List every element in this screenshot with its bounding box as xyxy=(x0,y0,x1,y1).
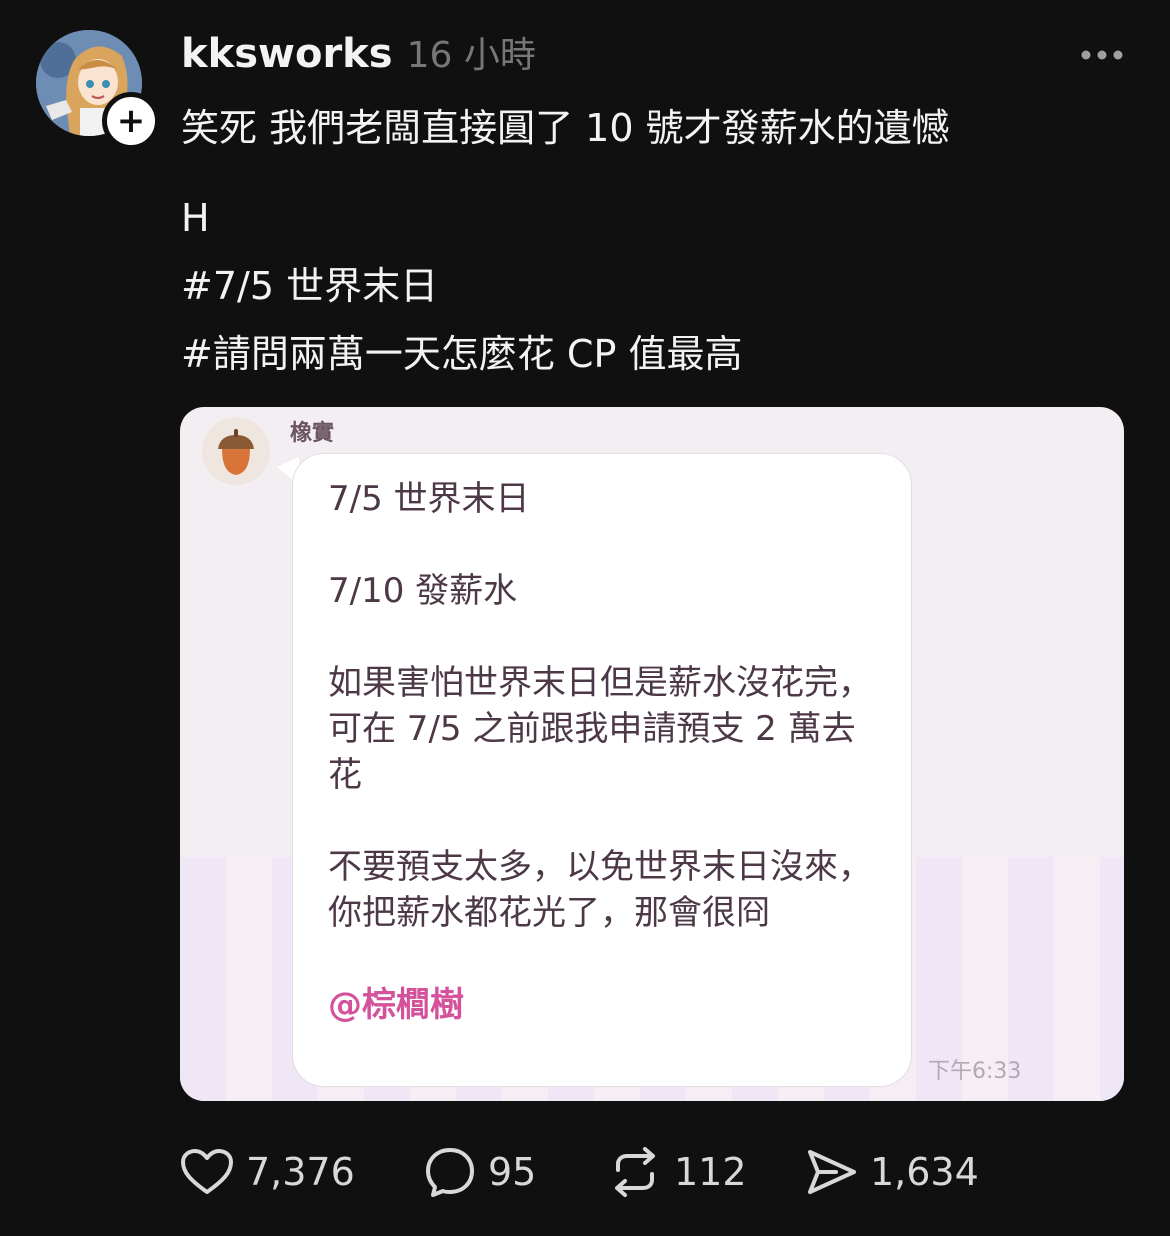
plus-icon: + xyxy=(116,101,146,141)
hashtag-link[interactable]: #7/5 世界末日 xyxy=(181,252,1121,320)
like-count: 7,376 xyxy=(246,1150,355,1194)
acorn-icon xyxy=(218,429,254,475)
repost-button[interactable]: 112 xyxy=(608,1146,747,1198)
hashtag-link[interactable]: #請問兩萬一天怎麼花 CP 值最高 xyxy=(181,320,1121,388)
comment-count: 95 xyxy=(488,1150,537,1194)
chat-message-paragraph: 7/10 發薪水 xyxy=(328,571,518,611)
user-avatar-container[interactable]: + xyxy=(36,30,160,150)
post-text-line: 笑死 我們老闆直接圓了 10 號才發薪水的遺憾 xyxy=(181,106,950,150)
post-timestamp: 16 小時 xyxy=(406,35,536,76)
acorn-avatar xyxy=(202,417,270,485)
comment-button[interactable]: 95 xyxy=(424,1146,536,1198)
chat-message-paragraph: 如果害怕世界末日但是薪水沒花完，可在 7/5 之前跟我申請預支 2 萬去花 xyxy=(328,663,872,795)
post-text-line: H xyxy=(181,196,210,240)
repost-count: 112 xyxy=(674,1150,747,1194)
chat-message-paragraph: 7/5 世界末日 xyxy=(328,479,530,519)
comment-bubble-icon xyxy=(426,1148,474,1197)
post-actions-bar: 7,376 95 112 1,634 xyxy=(180,1146,1120,1198)
share-count: 1,634 xyxy=(870,1150,979,1194)
chat-mention: @棕櫚樹 xyxy=(328,985,464,1025)
attached-image[interactable]: 橡實 7/5 世界末日 7/10 發薪水 如果害怕世界末日但是薪水沒花完，可在 … xyxy=(180,407,1124,1101)
share-button[interactable]: 1,634 xyxy=(806,1146,979,1198)
send-icon xyxy=(808,1150,856,1194)
post-header: kksworks 16 小時 xyxy=(181,26,536,77)
heart-icon xyxy=(181,1149,233,1194)
post-body: 笑死 我們老闆直接圓了 10 號才發薪水的遺憾 H #7/5 世界末日 #請問兩… xyxy=(181,94,1121,388)
more-horizontal-icon xyxy=(1081,50,1123,60)
more-options-button[interactable] xyxy=(1080,34,1124,69)
like-button[interactable]: 7,376 xyxy=(180,1146,355,1198)
chat-message-bubble: 7/5 世界末日 7/10 發薪水 如果害怕世界末日但是薪水沒花完，可在 7/5… xyxy=(292,453,912,1087)
chat-message-paragraph: 不要預支太多，以免世界末日沒來，你把薪水都花光了，那會很冏 xyxy=(328,847,872,933)
username[interactable]: kksworks xyxy=(181,31,393,77)
follow-plus-button[interactable]: + xyxy=(102,92,160,150)
chat-sender-name: 橡實 xyxy=(290,421,335,446)
repost-icon xyxy=(615,1147,655,1197)
chat-message-time: 下午6:33 xyxy=(928,1059,1022,1084)
